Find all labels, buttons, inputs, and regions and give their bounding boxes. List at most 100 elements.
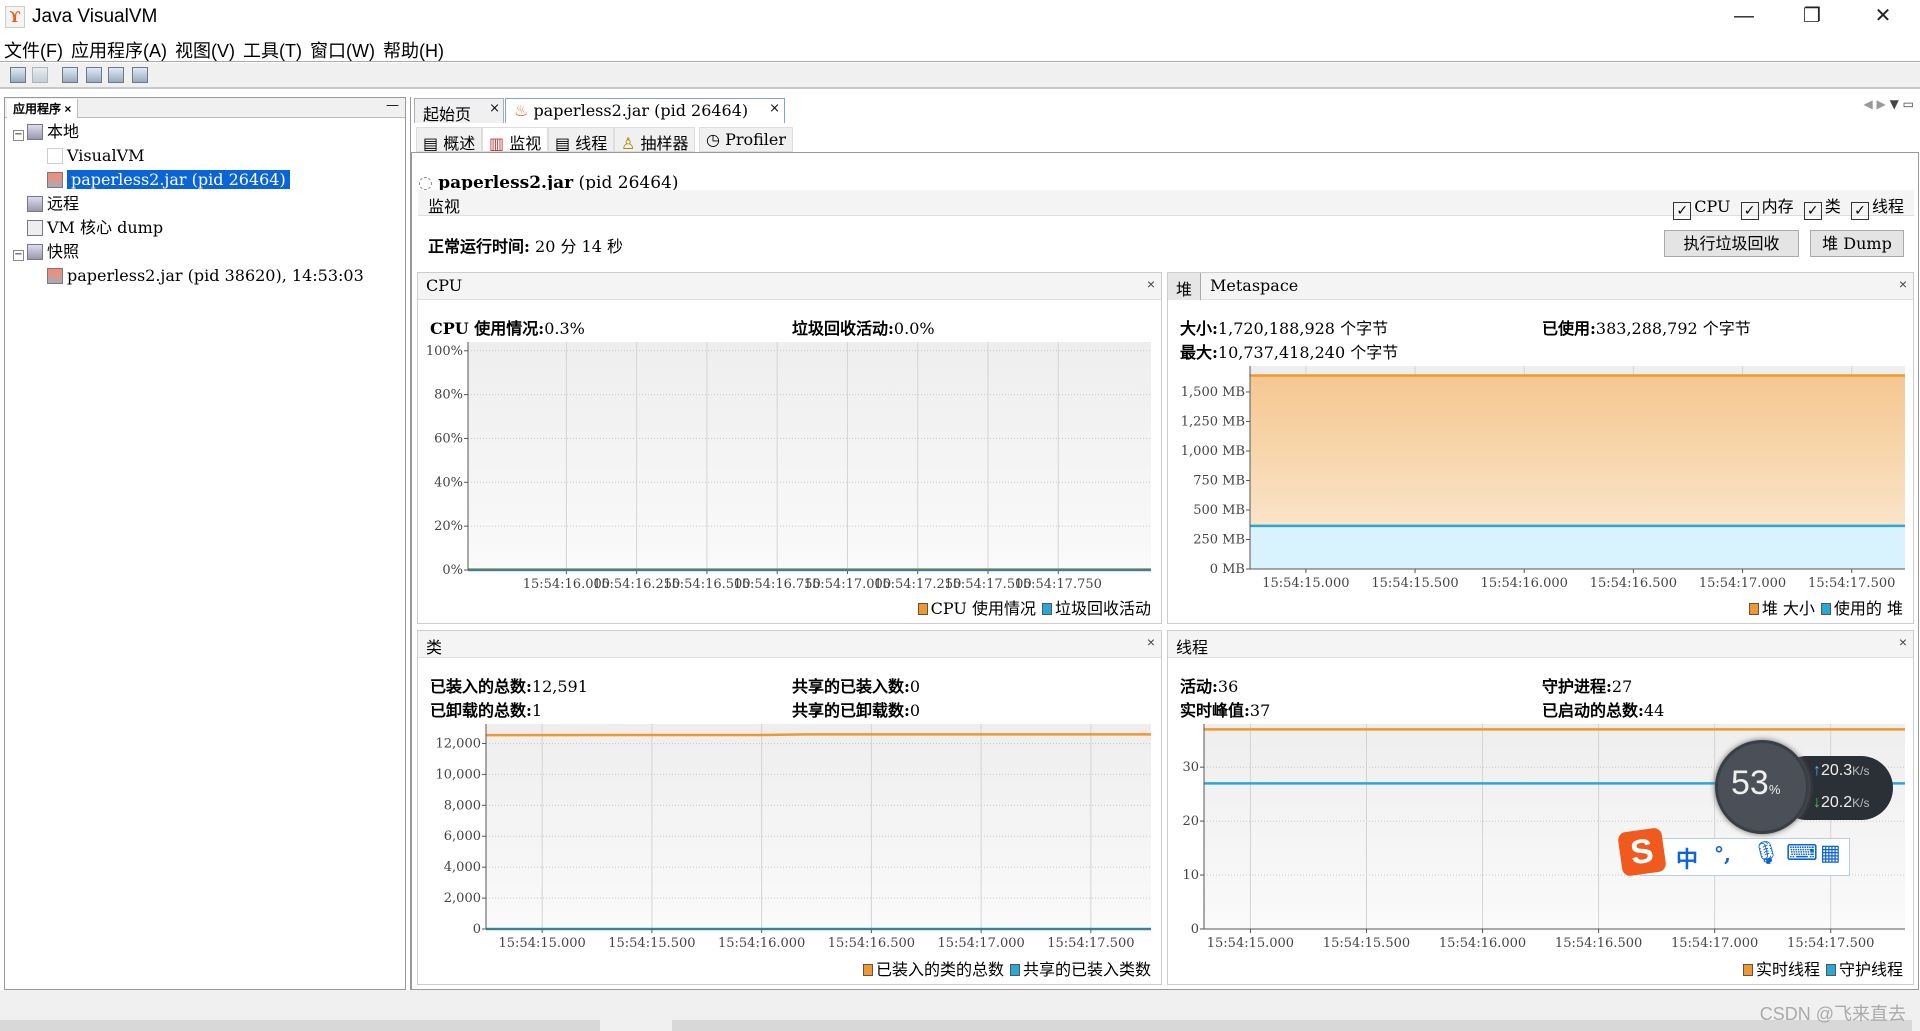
subtab-profiler[interactable]: ◷ Profiler [699,127,794,152]
tree-node-local[interactable]: − 本地 [9,120,399,144]
uptime: 正常运行时间: 20 分 14 秒 [428,233,623,257]
menu-tools[interactable]: 工具(T) [239,34,306,63]
java-snapshot-icon [47,268,63,284]
add-jmx-connection-icon[interactable] [86,67,102,83]
subtab-label: 概述 [443,134,476,153]
legend-label: 共享的已装入类数 [1022,960,1151,979]
checkbox-checked-icon[interactable]: ✓ [1740,202,1759,220]
profiler-clock-icon: ◷ [706,130,720,149]
y-tick-label: 0 [1191,922,1199,937]
close-tab-icon[interactable]: × [489,101,500,116]
collapse-toggle[interactable]: − [13,130,24,141]
ime-punctuation-toggle[interactable]: °, [1714,842,1731,866]
menu-window[interactable]: 窗口(W) [306,34,379,63]
y-tick-label: 8,000 [444,798,481,813]
legend-label: 已装入的类的总数 [875,960,1004,979]
subtab-sampler[interactable]: ♙ 抽样器 [614,127,696,153]
checkbox-checked-icon[interactable]: ✓ [1850,202,1869,220]
menu-view[interactable]: 视图(V) [171,34,239,63]
toolbox-grid-icon[interactable]: ▦ [1820,841,1841,866]
x-tick-label: 15:54:15.500 [1371,576,1458,591]
x-tick-label: 15:54:16.500 [828,936,915,951]
load-snapshot-icon[interactable] [10,67,26,83]
checkbox-label: 类 [1824,197,1841,216]
toggle-classes[interactable]: ✓ 类 [1803,197,1841,220]
tab-paperless2[interactable]: ♨ paperless2.jar (pid 26464) × [505,98,785,123]
uptime-label: 正常运行时间: [428,237,530,256]
applications-tab[interactable]: 应用程序 × [7,99,79,118]
application-tree: − 本地 VisualVM paperless2.jar (pid 26464) … [9,120,399,288]
tab-navigation[interactable]: ◀ ▶ ▼ ▭ [1864,97,1914,111]
y-tick-label: 6,000 [444,829,481,844]
checkbox-checked-icon[interactable]: ✓ [1673,202,1692,220]
computer-icon [27,124,43,140]
legend-swatch [862,964,873,976]
tab-start-page[interactable]: 起始页 × [414,98,504,124]
minimize-button[interactable]: — [1716,0,1772,34]
close-tab-icon[interactable]: × [769,101,780,116]
upload-value: 20.3 [1821,762,1853,779]
microphone-icon[interactable]: 🎙 [1752,841,1780,866]
tree-label: 远程 [47,194,80,213]
tree-node-remote[interactable]: 远程 [9,192,399,216]
tree-node-paperless2-38620[interactable]: paperless2.jar (pid 38620), 14:53:03 [9,264,399,288]
close-window-button[interactable]: ✕ [1855,0,1911,34]
add-remote-host-icon[interactable] [62,67,78,83]
close-tab-icon[interactable]: × [64,102,71,116]
download-arrow-icon: ↓ [1813,794,1821,811]
chart-legend: CPU 使用情况 垃圾回收活动 [912,595,1151,619]
toggle-threads[interactable]: ✓ 线程 [1850,197,1904,220]
keyboard-icon[interactable]: ⌨ [1786,841,1818,866]
series-area [1250,525,1905,569]
applications-panel: 应用程序 × — − 本地 VisualVM paperless2.jar (pi… [4,97,406,990]
subtab-label: 抽样器 [640,134,689,153]
restore-button[interactable]: ❐ [1784,0,1840,34]
save-icon[interactable] [32,67,48,83]
y-tick-label: 500 MB [1193,503,1245,518]
x-tick-label: 15:54:17.000 [1699,576,1786,591]
menu-file[interactable]: 文件(F) [0,34,67,63]
x-tick-label: 15:54:16.500 [1590,576,1677,591]
network-speed-widget[interactable]: 53% ↑20.3K/s ↓20.2K/s [1715,740,1895,840]
subtab-monitor[interactable]: ▥ 监视 [482,127,549,153]
tree-label: paperless2.jar (pid 26464) [67,170,290,189]
tree-label: VisualVM [67,146,145,165]
ime-toolbar[interactable]: S 中 °, 🎙 ⌨ ▦ [1617,827,1852,878]
menu-applications[interactable]: 应用程序(A) [67,34,171,63]
y-tick-label: 0% [442,563,463,578]
toggle-memory[interactable]: ✓ 内存 [1740,197,1794,220]
tree-node-visualvm[interactable]: VisualVM [9,144,399,168]
tree-node-core-dump[interactable]: VM 核心 dump [9,216,399,240]
x-tick-label: 15:54:15.000 [499,936,586,951]
upload-speed: ↑20.3K/s [1813,762,1869,780]
add-core-dump-icon[interactable] [108,67,124,83]
y-tick-label: 100% [426,344,463,359]
x-tick-label: 15:54:16.500 [1555,936,1642,951]
tree-node-paperless2-26464[interactable]: paperless2.jar (pid 26464) [9,168,399,192]
x-tick-label: 15:54:15.500 [608,936,695,951]
tree-node-snapshots[interactable]: − 快照 [9,240,399,264]
speed-unit: K/s [1852,764,1870,778]
toggle-cpu[interactable]: ✓ CPU [1673,197,1730,220]
menu-bar: 文件(F) 应用程序(A) 视图(V) 工具(T) 窗口(W) 帮助(H) [0,34,1920,62]
title-bar: ϒ Java VisualVM — ❐ ✕ [0,0,1920,34]
menu-help[interactable]: 帮助(H) [379,34,448,63]
applications-panel-header: 应用程序 × — [5,98,405,118]
heap-dump-button[interactable]: 堆 Dump [1810,230,1904,257]
add-snapshot-icon[interactable] [132,67,148,83]
percent-unit: % [1768,782,1781,797]
monitor-icon: ▥ [489,134,505,153]
minimize-panel-button[interactable]: — [386,98,399,113]
perform-gc-button[interactable]: 执行垃圾回收 [1664,230,1799,257]
y-tick-label: 30 [1182,760,1199,775]
subtab-label: 监视 [509,134,542,153]
subtab-overview[interactable]: ▤ 概述 [416,127,483,153]
checkbox-checked-icon[interactable]: ✓ [1803,202,1822,220]
ime-mode-toggle[interactable]: 中 [1676,842,1698,874]
collapse-toggle[interactable]: − [13,250,24,261]
sampler-icon: ♙ [621,134,636,153]
subtab-label: 线程 [575,134,608,153]
ime-bar [1640,838,1850,876]
subtab-threads[interactable]: ▤ 线程 [548,127,615,153]
tree-label: paperless2.jar (pid 38620), 14:53:03 [67,266,364,285]
